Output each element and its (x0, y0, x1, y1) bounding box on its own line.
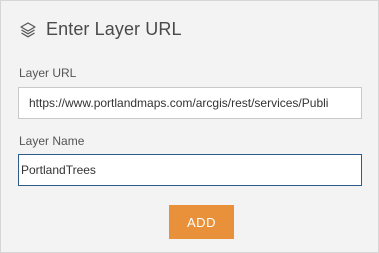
add-button[interactable]: ADD (169, 205, 234, 239)
layers-icon (19, 21, 37, 39)
layer-url-label: Layer URL (19, 66, 77, 80)
layer-name-input[interactable] (18, 154, 362, 186)
enter-layer-url-panel: Enter Layer URL Layer URL Layer Name ADD (0, 0, 379, 253)
panel-header: Enter Layer URL (19, 19, 182, 40)
panel-title: Enter Layer URL (46, 19, 182, 39)
layer-url-input[interactable] (18, 87, 362, 119)
layer-name-label: Layer Name (19, 134, 85, 148)
